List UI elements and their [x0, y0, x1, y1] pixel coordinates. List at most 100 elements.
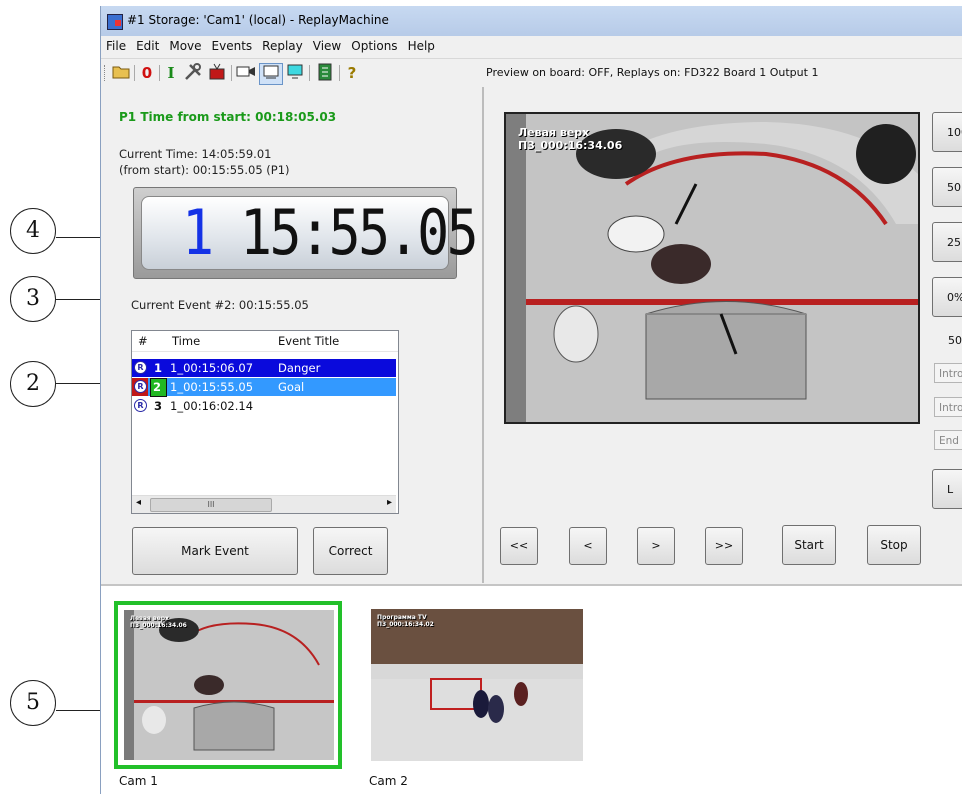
start-button[interactable]: Start: [782, 525, 836, 565]
menu-options[interactable]: Options: [346, 36, 402, 53]
toolbar-grip: [104, 65, 106, 81]
menu-replay[interactable]: Replay: [257, 36, 308, 53]
callout-number: 5: [26, 690, 40, 715]
lcd-display: 1 15:55.05: [133, 187, 479, 279]
toolbar-separator: [134, 65, 135, 81]
intro-field-2[interactable]: Intro: [934, 397, 962, 417]
cam1-overlay-line1: Левая верх: [130, 615, 169, 622]
right-pane: Левая верх П3_000:16:34.06 100 50 25 0% …: [484, 87, 962, 583]
event-time: 1_00:16:02.14: [170, 399, 254, 413]
monitor-icon[interactable]: [285, 63, 305, 83]
window-title: #1 Storage: 'Cam1' (local) - ReplayMachi…: [127, 13, 389, 27]
speed-0-button[interactable]: 0%: [932, 277, 962, 317]
title-bar: #1 Storage: 'Cam1' (local) - ReplayMachi…: [101, 6, 962, 36]
speed-25-button[interactable]: 25: [932, 222, 962, 262]
rewind-fast-button[interactable]: <<: [500, 527, 538, 565]
camera-thumbnail-cam2[interactable]: Программа TV П3_000:16:34.02: [369, 606, 591, 766]
video-overlay-line2: П3_000:16:34.06: [518, 139, 623, 152]
replay-icon: R: [134, 361, 147, 374]
current-event: Current Event #2: 00:15:55.05: [131, 298, 309, 312]
event-time: 1_00:15:55.05: [170, 380, 254, 394]
toolbar-separator: [339, 65, 340, 81]
forward-fast-button[interactable]: >>: [705, 527, 743, 565]
callout-4: 4: [10, 208, 56, 254]
lcd-time: 15:55.05: [240, 196, 479, 269]
menu-edit[interactable]: Edit: [131, 36, 164, 53]
callout-5: 5: [10, 680, 56, 726]
cam2-video: Программа TV П3_000:16:34.02: [371, 609, 583, 761]
scroll-right-icon[interactable]: ▸: [387, 497, 392, 508]
hockey-rink-image: [506, 114, 918, 422]
menu-help[interactable]: Help: [403, 36, 440, 53]
cam1-image: [124, 610, 334, 760]
event-number: 3: [154, 399, 163, 413]
left-pane: P1 Time from start: 00:18:05.03 Current …: [101, 87, 482, 583]
menu-bar: File Edit Move Events Replay View Options Help: [101, 36, 962, 59]
menu-events[interactable]: Events: [207, 36, 258, 53]
event-title: Goal: [278, 380, 305, 394]
camera-icon[interactable]: [236, 63, 256, 83]
list-header: # Time Event Title: [132, 331, 398, 352]
end-field[interactable]: End: [934, 430, 962, 450]
playback-icon[interactable]: [259, 63, 283, 85]
export-icon[interactable]: [315, 63, 335, 83]
open-folder-icon[interactable]: [111, 63, 131, 83]
cam2-image: [371, 609, 583, 761]
current-time: Current Time: 14:05:59.01: [119, 147, 272, 161]
stop-button[interactable]: Stop: [867, 525, 921, 565]
event-list[interactable]: # Time Event Title R 1 1_00:15:06.07 Dan…: [131, 330, 399, 514]
speed-50-button[interactable]: 50: [932, 167, 962, 207]
toolbar: 0 I ?: [101, 59, 481, 87]
list-item[interactable]: R 1 1_00:15:06.07 Danger: [132, 359, 396, 377]
list-item[interactable]: R 3 1_00:16:02.14: [132, 397, 396, 415]
rewind-button[interactable]: <: [569, 527, 607, 565]
forward-button[interactable]: >: [637, 527, 675, 565]
horizontal-scrollbar[interactable]: ◂ III ▸: [132, 495, 396, 513]
col-header-number[interactable]: #: [138, 334, 148, 348]
callout-number: 3: [26, 286, 40, 311]
col-header-event-title[interactable]: Event Title: [278, 334, 339, 348]
camera-thumbnail-cam1[interactable]: Левая верх П3_000:16:34.06: [114, 601, 342, 769]
event-time: 1_00:15:06.07: [170, 361, 254, 375]
app-window: #1 Storage: 'Cam1' (local) - ReplayMachi…: [100, 6, 962, 794]
lcd-prefix: 1: [182, 196, 214, 269]
scroll-thumb[interactable]: III: [150, 498, 272, 512]
help-icon[interactable]: ?: [344, 63, 360, 83]
camera-label-cam1: Cam 1: [119, 774, 158, 788]
replay-icon: R: [134, 380, 147, 393]
mark-event-button[interactable]: Mark Event: [132, 527, 298, 575]
callout-number: 2: [26, 371, 40, 396]
cam2-overlay-line2: П3_000:16:34.02: [377, 621, 434, 628]
callout-2: 2: [10, 361, 56, 407]
col-header-time[interactable]: Time: [172, 334, 200, 348]
callout-number: 4: [26, 218, 40, 243]
toolbar-separator: [309, 65, 310, 81]
time-from-start: P1 Time from start: 00:18:05.03: [119, 110, 337, 124]
app-icon: [107, 14, 123, 30]
menu-move[interactable]: Move: [164, 36, 206, 53]
toolbar-separator: [159, 65, 160, 81]
video-overlay-line1: Левая верх: [518, 126, 590, 139]
lcd-screen: 1 15:55.05: [141, 196, 479, 270]
tools-icon[interactable]: [183, 63, 203, 83]
list-item[interactable]: R 2 1_00:15:55.05 Goal: [132, 378, 396, 397]
preview-status: Preview on board: OFF, Replays on: FD322…: [484, 59, 962, 87]
preview-video: Левая верх П3_000:16:34.06: [504, 112, 920, 424]
callout-3: 3: [10, 276, 56, 322]
speed-100-button[interactable]: 100: [932, 112, 962, 152]
toolbar-separator: [231, 65, 232, 81]
event-title: Danger: [278, 361, 321, 375]
correct-button[interactable]: Correct: [313, 527, 388, 575]
scroll-left-icon[interactable]: ◂: [136, 497, 141, 508]
record-icon[interactable]: 0: [139, 63, 155, 83]
menu-file[interactable]: File: [101, 36, 131, 53]
camera-strip: Левая верх П3_000:16:34.06 Cam 1 Програм…: [101, 584, 962, 794]
intro-field-1[interactable]: Intro: [934, 363, 962, 383]
event-number: 1: [154, 361, 163, 375]
speed-value: 50: [948, 334, 962, 347]
menu-view[interactable]: View: [308, 36, 346, 53]
tv-icon[interactable]: [207, 63, 227, 83]
cam1-overlay-line2: П3_000:16:34.06: [130, 622, 187, 629]
mark-in-icon[interactable]: I: [163, 63, 179, 83]
loop-button[interactable]: L: [932, 469, 962, 509]
